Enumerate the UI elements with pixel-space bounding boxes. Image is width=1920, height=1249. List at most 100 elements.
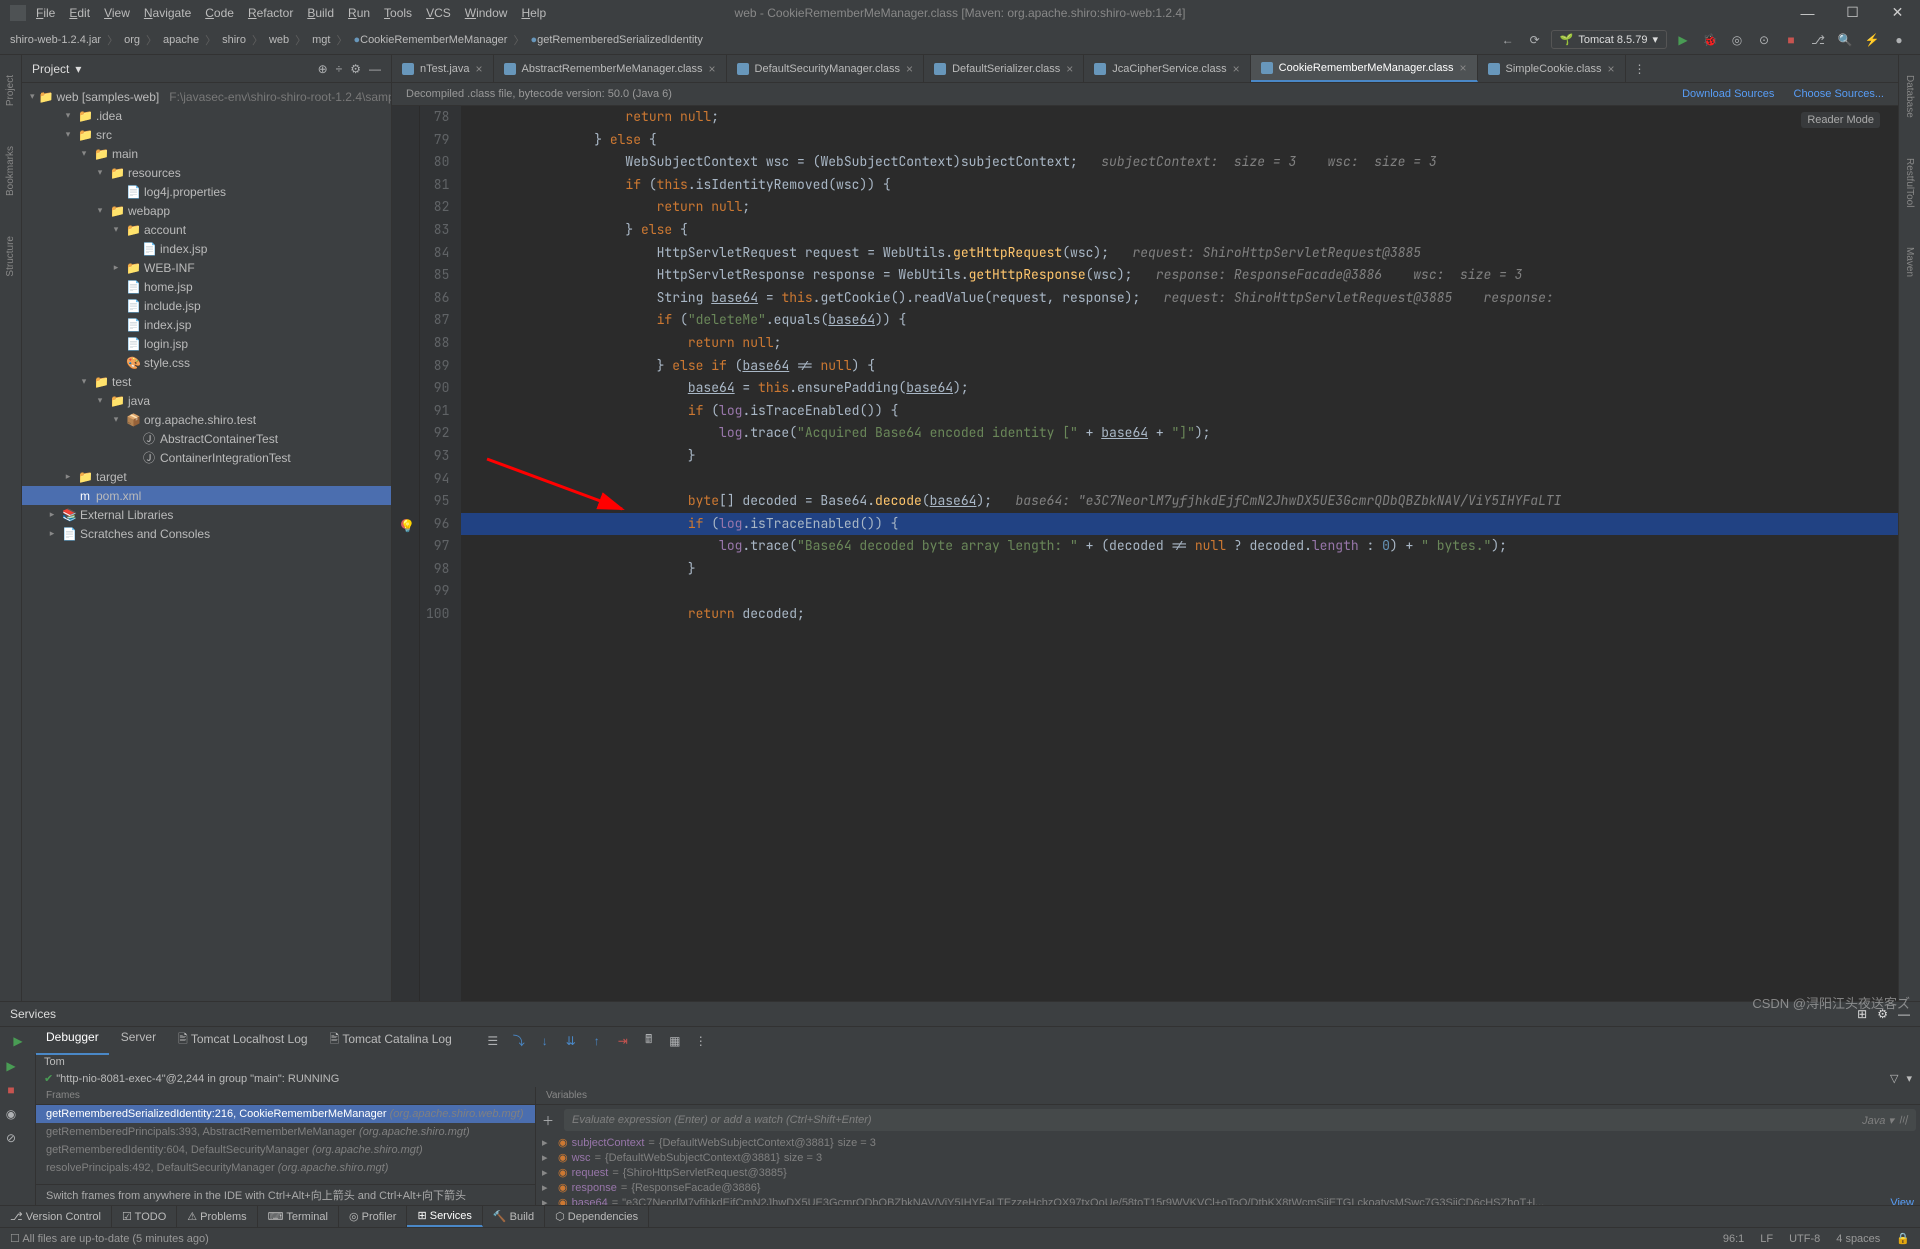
close-button[interactable]: ✕	[1875, 0, 1920, 25]
view-breakpoints-button[interactable]: ◉	[0, 1102, 22, 1126]
debugger-tab[interactable]: 🖹 Tomcat Localhost Log	[168, 1026, 318, 1055]
more-icon[interactable]: ⋮	[690, 1030, 712, 1052]
editor-tab[interactable]: CookieRememberMeManager.class×	[1251, 55, 1478, 82]
lock-icon[interactable]: 🔒	[1896, 1232, 1910, 1245]
close-tab-icon[interactable]: ×	[476, 62, 483, 76]
breadcrumb-item[interactable]: shiro-web-1.2.4.jar	[10, 34, 101, 46]
evaluate-input[interactable]: Evaluate expression (Enter) or add a wat…	[564, 1109, 1916, 1131]
code-editor[interactable]: 💡 78798081828384858687888990919293949596…	[392, 106, 1898, 1001]
tree-item[interactable]: ▾📦org.apache.shiro.test	[22, 410, 391, 429]
run-config-selector[interactable]: 🌱 Tomcat 8.5.79 ▾	[1551, 30, 1667, 49]
profile-button[interactable]: ⊙	[1753, 29, 1775, 51]
stop-button[interactable]: ■	[1780, 29, 1802, 51]
tree-item[interactable]: ▾📁main	[22, 144, 391, 163]
tree-item[interactable]: ▾📁java	[22, 391, 391, 410]
stack-frame[interactable]: resolvePrincipals:492, DefaultSecurityMa…	[36, 1159, 535, 1177]
resume-button[interactable]: ▶	[0, 1054, 22, 1078]
git-button[interactable]: ⎇	[1807, 29, 1829, 51]
services-settings-icon[interactable]: ⚙	[1877, 1007, 1888, 1021]
maximize-button[interactable]: ☐	[1830, 0, 1875, 25]
intention-bulb-icon[interactable]: 💡	[400, 515, 415, 538]
download-sources-link[interactable]: Download Sources	[1682, 88, 1774, 100]
debugger-tab[interactable]: Server	[111, 1026, 166, 1055]
breadcrumb-item[interactable]: ● CookieRememberMeManager	[353, 34, 507, 46]
step-into-icon[interactable]: ↓	[534, 1030, 556, 1052]
settings-button[interactable]: ⚡	[1861, 29, 1883, 51]
tree-item[interactable]: 📄home.jsp	[22, 277, 391, 296]
menu-file[interactable]: File	[36, 6, 55, 20]
editor-tab[interactable]: SimpleCookie.class×	[1478, 55, 1626, 82]
breadcrumb-item[interactable]: ● getRememberedSerializedIdentity	[530, 34, 702, 46]
settings-icon[interactable]: ⚙	[350, 62, 361, 76]
stop-debug-button[interactable]: ■	[0, 1078, 22, 1102]
coverage-button[interactable]: ◎	[1726, 29, 1748, 51]
services-hide-icon[interactable]: —	[1898, 1007, 1910, 1021]
bottom-tool-build[interactable]: 🔨 Build	[483, 1206, 545, 1227]
menu-help[interactable]: Help	[521, 6, 546, 20]
run-to-cursor-icon[interactable]: ⇥	[612, 1030, 634, 1052]
collapse-icon[interactable]: ÷	[336, 62, 343, 76]
thread-filter-icon[interactable]: ▽	[1890, 1072, 1898, 1085]
tree-item[interactable]: ⒿContainerIntegrationTest	[22, 448, 391, 467]
editor-tab[interactable]: AbstractRememberMeManager.class×	[494, 55, 727, 82]
mute-bp-button[interactable]: ⊘	[0, 1126, 22, 1150]
tabs-more-icon[interactable]: ⋮	[1626, 55, 1654, 82]
tree-item[interactable]: ▾📁account	[22, 220, 391, 239]
stack-frame[interactable]: getRememberedSerializedIdentity:216, Coo…	[36, 1105, 535, 1123]
new-watch-icon[interactable]: ＋	[536, 1109, 560, 1131]
tree-item[interactable]: ▸📄Scratches and Consoles	[22, 524, 391, 543]
project-tree[interactable]: ▾📁 web [samples-web] F:\javasec-env\shir…	[22, 83, 391, 1001]
bottom-tool-todo[interactable]: ☑ TODO	[112, 1206, 177, 1227]
editor-tab[interactable]: DefaultSerializer.class×	[924, 55, 1084, 82]
variables-list[interactable]: ▸◉ subjectContext = {DefaultWebSubjectCo…	[536, 1135, 1920, 1205]
force-step-icon[interactable]: ⇊	[560, 1030, 582, 1052]
tree-item[interactable]: ▾📁webapp	[22, 201, 391, 220]
code-lines[interactable]: return null; } else { WebSubjectContext …	[461, 106, 1898, 1001]
close-tab-icon[interactable]: ×	[1066, 62, 1073, 76]
search-button[interactable]: 🔍	[1834, 29, 1856, 51]
variable-row[interactable]: ▸◉ response = {ResponseFacade@3886}	[542, 1180, 1914, 1195]
variable-row[interactable]: ▸◉ subjectContext = {DefaultWebSubjectCo…	[542, 1135, 1914, 1150]
breadcrumb-item[interactable]: apache	[163, 34, 199, 46]
breadcrumb-item[interactable]: org	[124, 34, 140, 46]
menu-view[interactable]: View	[104, 6, 130, 20]
back-button[interactable]: ←	[1497, 29, 1519, 51]
tree-item[interactable]: ▸📁target	[22, 467, 391, 486]
variable-row[interactable]: ▸◉ base64 = "e3C7NeorlM7yfjhkdEjfCmN2Jhw…	[542, 1195, 1914, 1205]
tree-item[interactable]: 📄include.jsp	[22, 296, 391, 315]
stripe-database[interactable]: Database	[1904, 75, 1915, 118]
stripe-structure[interactable]: Structure	[5, 236, 16, 277]
status-item[interactable]: UTF-8	[1789, 1233, 1820, 1245]
tree-item[interactable]: ▾📁test	[22, 372, 391, 391]
stripe-restfultool[interactable]: RestfulTool	[1904, 158, 1915, 207]
tree-item[interactable]: 📄log4j.properties	[22, 182, 391, 201]
close-tab-icon[interactable]: ×	[906, 62, 913, 76]
debugger-tab[interactable]: 🖹 Tomcat Catalina Log	[320, 1026, 462, 1055]
trace-icon[interactable]: ▦	[664, 1030, 686, 1052]
ai-button[interactable]: ●	[1888, 29, 1910, 51]
stack-frame[interactable]: getRememberedPrincipals:393, AbstractRem…	[36, 1123, 535, 1141]
tree-item[interactable]: ▸📚External Libraries	[22, 505, 391, 524]
evaluate-icon[interactable]: 🖩	[638, 1030, 660, 1052]
status-item[interactable]: 96:1	[1723, 1233, 1744, 1245]
sync-button[interactable]: ⟳	[1524, 29, 1546, 51]
tree-root[interactable]: ▾📁 web [samples-web] F:\javasec-env\shir…	[22, 87, 391, 106]
menu-code[interactable]: Code	[205, 6, 234, 20]
hide-icon[interactable]: —	[369, 62, 381, 76]
menu-window[interactable]: Window	[465, 6, 508, 20]
breadcrumb-item[interactable]: shiro	[222, 34, 246, 46]
menu-navigate[interactable]: Navigate	[144, 6, 191, 20]
thread-selector[interactable]: "http-nio-8081-exec-4"@2,244 in group "m…	[56, 1073, 339, 1085]
tree-item[interactable]: ▾📁.idea	[22, 106, 391, 125]
bottom-tool-dependencies[interactable]: ⬡ Dependencies	[545, 1206, 649, 1227]
breadcrumb-item[interactable]: web	[269, 34, 289, 46]
layout-icon[interactable]: ☰	[482, 1030, 504, 1052]
tree-item[interactable]: ▸📁WEB-INF	[22, 258, 391, 277]
stripe-maven[interactable]: Maven	[1904, 247, 1915, 277]
close-tab-icon[interactable]: ×	[1233, 62, 1240, 76]
close-tab-icon[interactable]: ×	[709, 62, 716, 76]
tree-item[interactable]: 🎨style.css	[22, 353, 391, 372]
step-over-icon[interactable]: ⤵	[508, 1030, 530, 1052]
menu-tools[interactable]: Tools	[384, 6, 412, 20]
tree-item[interactable]: 📄login.jsp	[22, 334, 391, 353]
